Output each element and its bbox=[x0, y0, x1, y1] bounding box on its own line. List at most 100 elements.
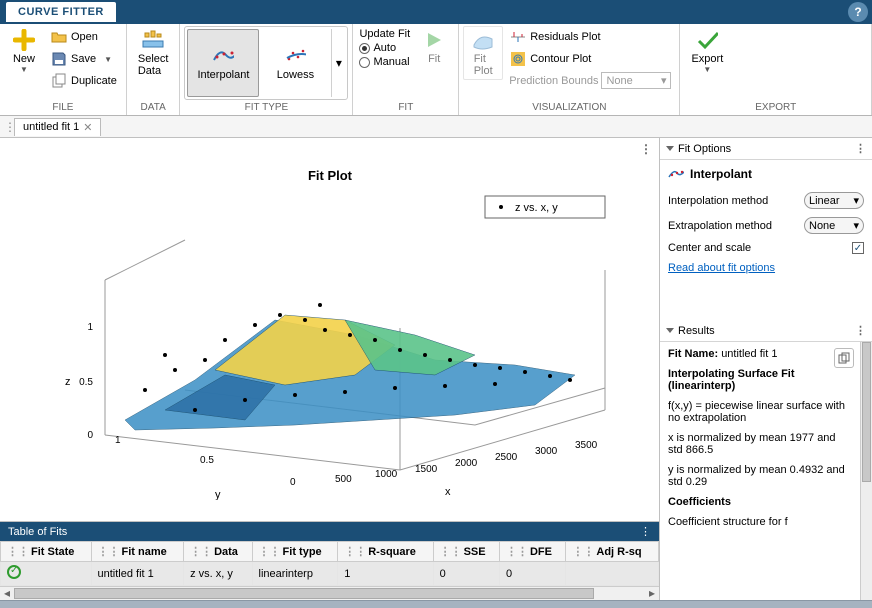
duplicate-button[interactable]: Duplicate bbox=[46, 70, 122, 92]
help-button[interactable]: ? bbox=[848, 2, 868, 22]
document-tab[interactable]: untitled fit 1 ✕ bbox=[14, 118, 101, 136]
results-coeff-text: Coefficient structure for f bbox=[668, 516, 852, 528]
results-equation: f(x,y) = piecewise linear surface with n… bbox=[668, 400, 852, 424]
fit-type-gallery: Interpolant Lowess ▾ bbox=[184, 26, 348, 100]
table-menu-button[interactable]: ⋮ bbox=[640, 525, 651, 538]
col-rsquare[interactable]: ⋮⋮R-square bbox=[338, 542, 433, 562]
svg-text:3000: 3000 bbox=[535, 446, 558, 457]
lowess-icon bbox=[284, 45, 306, 67]
interpolant-icon bbox=[212, 45, 234, 67]
fitname-label: Fit Name: bbox=[668, 348, 718, 360]
col-fitstate[interactable]: ⋮⋮Fit State bbox=[1, 542, 92, 562]
table-row[interactable]: untitled fit 1 z vs. x, y linearinterp 1… bbox=[1, 562, 659, 586]
prediction-bounds-select[interactable]: None▾ bbox=[601, 72, 671, 89]
col-dfe[interactable]: ⋮⋮DFE bbox=[499, 542, 565, 562]
plus-icon bbox=[13, 29, 35, 51]
update-manual-radio[interactable]: Manual bbox=[359, 56, 410, 68]
svg-text:y: y bbox=[215, 489, 221, 500]
results-heading: Interpolating Surface Fit (linearinterp) bbox=[668, 368, 795, 392]
contour-icon bbox=[510, 51, 526, 67]
svg-text:1: 1 bbox=[87, 322, 93, 333]
svg-text:3500: 3500 bbox=[575, 440, 598, 451]
svg-text:0: 0 bbox=[87, 430, 93, 441]
svg-text:1: 1 bbox=[115, 435, 121, 446]
prediction-bounds-label: Prediction Bounds bbox=[509, 75, 598, 87]
svg-text:x: x bbox=[445, 486, 451, 498]
fit-method-title: Interpolant bbox=[690, 167, 752, 181]
app-tabstrip: CURVE FITTER ? bbox=[0, 0, 872, 24]
app-tab-curvefitter[interactable]: CURVE FITTER bbox=[6, 2, 116, 22]
read-about-fit-options-link[interactable]: Read about fit options bbox=[668, 262, 864, 274]
copy-results-button[interactable] bbox=[834, 348, 854, 368]
fittype-lowess-button[interactable]: Lowess bbox=[259, 29, 331, 97]
close-icon[interactable]: ✕ bbox=[83, 121, 92, 134]
group-label-viz: VISUALIZATION bbox=[463, 101, 675, 115]
doc-grip-icon[interactable]: ⋮⋮ bbox=[4, 120, 12, 134]
fits-hscrollbar[interactable]: ◂▸ bbox=[0, 586, 659, 600]
export-button[interactable]: Export ▼ bbox=[684, 26, 730, 77]
col-data[interactable]: ⋮⋮Data bbox=[184, 542, 252, 562]
group-label-file: FILE bbox=[4, 101, 122, 115]
group-label-data: DATA bbox=[131, 101, 176, 115]
radio-unchecked-icon bbox=[359, 57, 370, 68]
table-of-fits-title: Table of Fits bbox=[8, 526, 67, 538]
svg-text:z: z bbox=[65, 376, 71, 388]
surface-plot-icon bbox=[472, 29, 494, 51]
svg-text:2500: 2500 bbox=[495, 452, 518, 463]
interp-method-label: Interpolation method bbox=[668, 195, 768, 207]
extrap-method-select[interactable]: None▾ bbox=[804, 217, 864, 234]
interp-method-select[interactable]: Linear▾ bbox=[804, 192, 864, 209]
save-button[interactable]: Save ▼ bbox=[46, 48, 122, 70]
residuals-icon bbox=[510, 29, 526, 45]
fitoptions-menu-button[interactable]: ⋮ bbox=[855, 142, 866, 155]
fittype-interpolant-button[interactable]: Interpolant bbox=[187, 29, 259, 97]
open-button[interactable]: Open bbox=[46, 26, 122, 48]
select-data-button[interactable]: Select Data bbox=[131, 26, 176, 80]
document-tabs: ⋮⋮ untitled fit 1 ✕ bbox=[0, 116, 872, 138]
svg-text:1000: 1000 bbox=[375, 469, 398, 480]
update-fit-label: Update Fit bbox=[359, 28, 410, 40]
save-icon bbox=[51, 51, 67, 67]
fittype-dropdown[interactable]: ▾ bbox=[331, 29, 345, 97]
results-header[interactable]: Results ⋮ bbox=[660, 320, 872, 342]
fit-plot-button: Fit Plot bbox=[463, 26, 503, 80]
extrap-method-label: Extrapolation method bbox=[668, 220, 772, 232]
fit-plot-panel: ⋮ Fit Plot z vs. x, y bbox=[0, 138, 659, 521]
interpolant-small-icon bbox=[668, 166, 684, 182]
center-scale-checkbox[interactable]: ✓ bbox=[852, 242, 864, 254]
group-label-export: EXPORT bbox=[684, 101, 867, 115]
play-icon bbox=[423, 29, 445, 51]
svg-text:0.5: 0.5 bbox=[79, 377, 93, 388]
contour-plot-button[interactable]: Contour Plot bbox=[505, 48, 675, 70]
fit-plot-chart: Fit Plot z vs. x, y 0 bbox=[15, 160, 645, 500]
plot-title: Fit Plot bbox=[307, 168, 352, 183]
folder-open-icon bbox=[51, 29, 67, 45]
svg-text:0.5: 0.5 bbox=[200, 455, 214, 466]
select-data-icon bbox=[142, 29, 164, 51]
group-label-fittype: FIT TYPE bbox=[184, 101, 348, 115]
residuals-plot-button[interactable]: Residuals Plot bbox=[505, 26, 675, 48]
results-ynorm: y is normalized by mean 0.4932 and std 0… bbox=[668, 464, 852, 488]
col-sse[interactable]: ⋮⋮SSE bbox=[433, 542, 499, 562]
fit-options-header[interactable]: Fit Options ⋮ bbox=[660, 138, 872, 160]
plot-menu-button[interactable]: ⋮ bbox=[640, 142, 653, 156]
svg-text:1500: 1500 bbox=[415, 464, 438, 475]
results-xnorm: x is normalized by mean 1977 and std 866… bbox=[668, 432, 852, 456]
col-fitname[interactable]: ⋮⋮Fit name bbox=[91, 542, 184, 562]
results-vscrollbar[interactable] bbox=[860, 342, 872, 600]
new-button[interactable]: New ▼ bbox=[4, 26, 44, 77]
ok-status-icon bbox=[7, 565, 21, 579]
results-menu-button[interactable]: ⋮ bbox=[855, 324, 866, 337]
status-bar bbox=[0, 600, 872, 608]
caret-down-icon bbox=[666, 328, 674, 333]
update-auto-radio[interactable]: Auto bbox=[359, 42, 410, 54]
plot-legend: z vs. x, y bbox=[515, 202, 558, 214]
svg-text:2000: 2000 bbox=[455, 458, 478, 469]
fitname-value: untitled fit 1 bbox=[721, 348, 777, 360]
results-coeff-header: Coefficients bbox=[668, 496, 731, 508]
col-adjrsq[interactable]: ⋮⋮Adj R-sq bbox=[566, 542, 659, 562]
col-fittype[interactable]: ⋮⋮Fit type bbox=[252, 542, 338, 562]
caret-down-icon bbox=[666, 146, 674, 151]
svg-text:500: 500 bbox=[335, 474, 352, 485]
group-label-fit: FIT bbox=[357, 101, 454, 115]
